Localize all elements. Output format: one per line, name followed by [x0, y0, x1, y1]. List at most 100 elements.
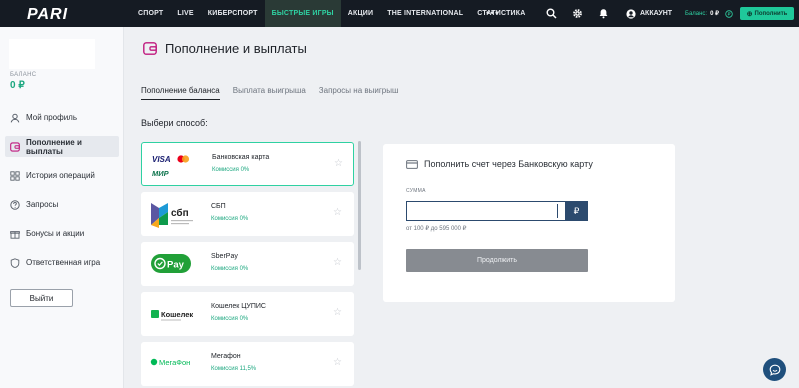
- payment-method-megafon[interactable]: МегаФон Мегафон Комиссия 11,5% ☆: [141, 342, 354, 386]
- top-navigation-bar: PARI СПОРТ LIVE КИБЕРСПОРТ БЫСТРЫЕ ИГРЫ АКЦИ…: [0, 0, 799, 27]
- header-deposit-button[interactable]: ⊕ Пополнить: [740, 7, 794, 20]
- panel-header: Пополнить счет через Банковскую карту: [406, 159, 593, 169]
- payment-method-name: СБП: [211, 203, 226, 210]
- payment-method-name: SberPay: [211, 253, 238, 260]
- favorite-star-icon[interactable]: ☆: [333, 357, 342, 368]
- payment-method-fee: Комиссия 0%: [212, 167, 250, 173]
- favorite-star-icon[interactable]: ☆: [333, 307, 342, 318]
- sidebar-item-label: Ответственная игра: [26, 258, 101, 267]
- mir-logo: МИР: [152, 169, 170, 178]
- chat-icon: [769, 364, 780, 376]
- payment-method-logo: МегаФон: [150, 358, 190, 367]
- payment-method-fee: Комиссия 0%: [211, 216, 249, 222]
- sidebar-item-label: Бонусы и акции: [26, 229, 85, 238]
- pari-logo-text: PARI: [27, 6, 68, 22]
- payment-method-fee: Комиссия 11,5%: [211, 366, 257, 372]
- visa-logo: VISA: [152, 155, 171, 164]
- account-button[interactable]: АККАУНТ: [626, 0, 672, 27]
- pari-logo[interactable]: PARI: [26, 5, 96, 22]
- payment-method-logo: сбп: [151, 203, 193, 228]
- payment-method-name: Мегафон: [211, 353, 241, 360]
- continue-button[interactable]: Продолжить: [406, 249, 588, 272]
- amount-input[interactable]: [406, 201, 565, 221]
- payment-method-logo: Кошелек: [151, 310, 193, 321]
- sbp-logo-text: сбп: [171, 207, 189, 219]
- sidebar-balance-value: 0 ₽: [10, 80, 25, 91]
- sidebar-item-profile[interactable]: Мой профиль: [5, 107, 119, 128]
- koshelek-logo-text: Кошелек: [161, 310, 193, 319]
- payment-form-panel: Пополнить счет через Банковскую карту СУ…: [383, 144, 675, 302]
- methods-scrollbar[interactable]: [358, 141, 361, 270]
- payment-method-name: Банковская карта: [212, 154, 270, 161]
- shield-icon: [10, 257, 20, 268]
- header-balance-label: Баланс:: [685, 10, 708, 17]
- wallet-icon: [143, 42, 157, 55]
- tab-payout-requests[interactable]: Запросы на выигрыш: [319, 86, 399, 100]
- input-caret: [557, 204, 558, 218]
- sidebar-item-label: Запросы: [26, 200, 59, 209]
- sberpay-logo-text: Pay: [167, 260, 185, 271]
- sidebar-item-label: Пополнение и выплаты: [26, 137, 82, 156]
- favorite-star-icon[interactable]: ☆: [333, 257, 342, 268]
- logout-button[interactable]: Выйти: [10, 289, 73, 307]
- support-chat-button[interactable]: [763, 358, 786, 381]
- nav-the-international[interactable]: THE INTERNATIONAL: [380, 0, 470, 27]
- tab-payout[interactable]: Выплата выигрыша: [233, 86, 306, 100]
- header-deposit-label: Пополнить: [754, 10, 788, 17]
- nav-promotions[interactable]: АКЦИИ: [341, 0, 381, 27]
- bell-icon[interactable]: [597, 7, 610, 20]
- koshelek-logo-mark: [151, 310, 159, 318]
- panel-title: Пополнить счет через Банковскую карту: [424, 159, 593, 169]
- wallet-small-icon: ₽: [725, 9, 733, 18]
- sidebar-item-label: Мой профиль: [26, 113, 78, 122]
- megafon-logo-mark: [150, 358, 158, 366]
- favorite-star-icon[interactable]: ☆: [334, 158, 343, 169]
- more-menu-button[interactable]: •••: [486, 0, 500, 27]
- sidebar-item-deposits-payouts[interactable]: Пополнение и выплаты: [5, 136, 119, 157]
- header-balance: Баланс: 0 ₽ ₽: [685, 0, 733, 27]
- amount-range-hint: от 100 ₽ до 595 000 ₽: [406, 226, 467, 232]
- favorite-star-icon[interactable]: ☆: [333, 207, 342, 218]
- user-icon: [10, 113, 20, 123]
- sidebar-item-history[interactable]: История операций: [5, 165, 119, 186]
- gift-icon: [10, 230, 20, 239]
- sidebar-item-bonuses[interactable]: Бонусы и акции: [5, 223, 119, 244]
- nav-fast-games[interactable]: БЫСТРЫЕ ИГРЫ: [264, 0, 341, 27]
- gear-icon[interactable]: [571, 7, 584, 20]
- nav-statistics[interactable]: СТАТИСТИКА: [470, 0, 532, 27]
- nav-live[interactable]: LIVE: [170, 0, 200, 27]
- credit-card-icon: [406, 159, 418, 169]
- user-circle-icon: [626, 8, 636, 19]
- main-nav: СПОРТ LIVE КИБЕРСПОРТ БЫСТРЫЕ ИГРЫ АКЦИИ THE …: [131, 0, 533, 27]
- sidebar: БАЛАНС 0 ₽ Мой профиль Пополнение и выпла…: [0, 27, 124, 388]
- choose-method-label: Выбери способ:: [141, 118, 208, 128]
- help-icon: [10, 199, 20, 210]
- header-balance-value: 0 ₽: [710, 11, 719, 17]
- payment-method-sberpay[interactable]: Pay SberPay Комиссия 0% ☆: [141, 242, 354, 286]
- sidebar-balance-label: БАЛАНС: [10, 72, 37, 78]
- currency-button[interactable]: ₽: [565, 201, 588, 221]
- payment-method-logo: Pay: [151, 254, 191, 273]
- payment-tabs: Пополнение баланса Выплата выигрыша Запрос…: [141, 86, 398, 100]
- megafon-logo-text: МегаФон: [159, 358, 190, 367]
- wallet-icon: [10, 141, 20, 152]
- sidebar-item-responsible-gaming[interactable]: Ответственная игра: [5, 252, 119, 273]
- page-title: Пополнение и выплаты: [165, 41, 307, 56]
- nav-sport[interactable]: СПОРТ: [131, 0, 170, 27]
- search-icon[interactable]: [545, 7, 558, 20]
- tab-deposit[interactable]: Пополнение баланса: [141, 86, 220, 100]
- sidebar-item-requests[interactable]: Запросы: [5, 194, 119, 215]
- sidebar-item-label: История операций: [26, 171, 95, 180]
- payment-method-fee: Комиссия 0%: [211, 316, 249, 322]
- payment-method-sbp[interactable]: сбп СБП Комиссия 0% ☆: [141, 192, 354, 236]
- payment-method-koshelek-cupis[interactable]: Кошелек Кошелек ЦУПИС Комиссия 0% ☆: [141, 292, 354, 336]
- payment-method-bank-card[interactable]: VISA МИР Банковская карта Комиссия 0% ☆: [141, 142, 354, 186]
- profile-card: [9, 39, 95, 69]
- plus-icon: ⊕: [746, 10, 753, 18]
- sidebar-menu: Мой профиль Пополнение и выплаты История о…: [5, 107, 119, 281]
- page-header: Пополнение и выплаты: [143, 41, 307, 56]
- nav-esports[interactable]: КИБЕРСПОРТ: [201, 0, 265, 27]
- payment-method-logo: VISA МИР: [152, 155, 190, 178]
- amount-label: СУММА: [406, 188, 426, 194]
- svg-text:₽: ₽: [727, 11, 731, 16]
